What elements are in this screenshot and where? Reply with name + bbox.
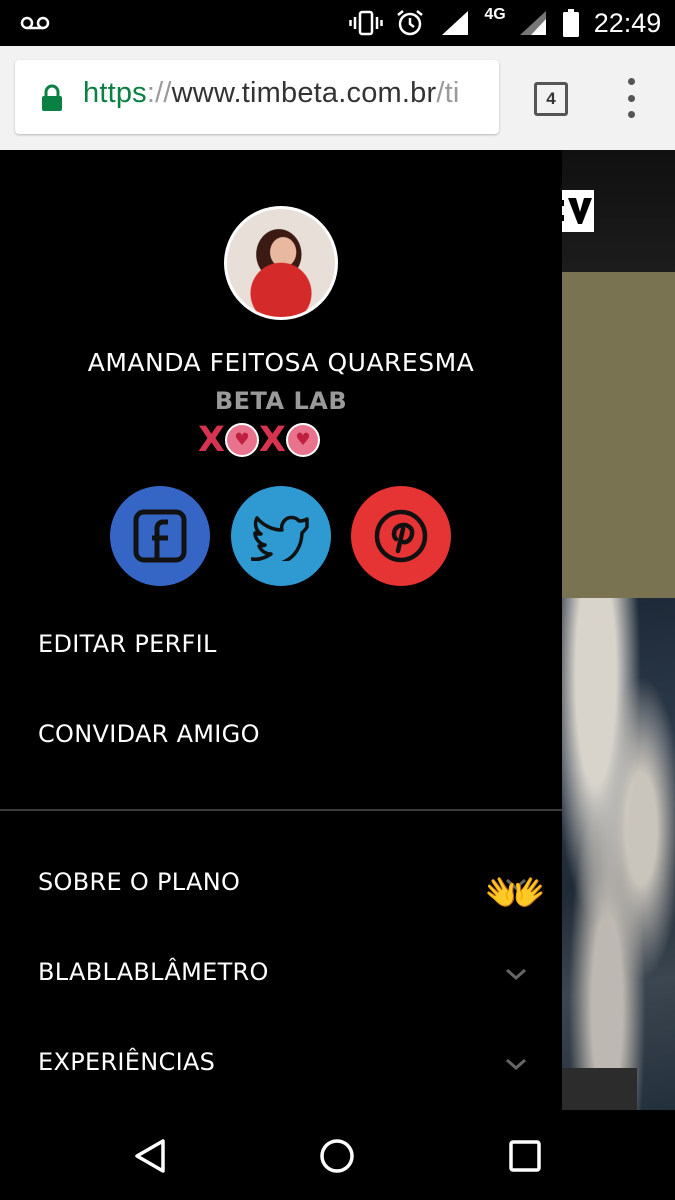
page-banner [562, 272, 675, 598]
url-host: www.timbeta.com.br [171, 77, 437, 109]
chevron-down-icon[interactable] [502, 1054, 530, 1074]
avatar[interactable] [224, 206, 338, 320]
user-group: BETA LAB [214, 387, 348, 415]
vibrate-icon [348, 0, 384, 46]
facebook-icon [133, 509, 187, 563]
url-text: https://www.timbeta.com.br/ti [83, 77, 460, 110]
browser-toolbar: https://www.timbeta.com.br/ti 4 [0, 46, 675, 150]
menu-item-edit-profile[interactable]: EDITAR PERFIL [38, 630, 217, 658]
menu-item-experiences[interactable]: EXPERIÊNCIAS [38, 1048, 215, 1076]
lock-icon [41, 84, 63, 116]
menu-dot [627, 111, 635, 118]
back-icon [135, 1139, 165, 1173]
pinterest-button[interactable] [351, 486, 451, 586]
network-type: 4G [484, 6, 506, 23]
page-header [562, 150, 675, 272]
background-page[interactable] [562, 150, 675, 1110]
tab-count: 4 [546, 89, 556, 108]
menu-item-invite-friend[interactable]: CONVIDAR AMIGO [38, 720, 260, 748]
heart-icon: ♥ [286, 423, 320, 457]
url-separator: :// [146, 77, 172, 109]
back-button[interactable] [128, 1134, 172, 1178]
recents-button[interactable] [503, 1134, 547, 1178]
open-hands-emoji: 👐 [484, 864, 547, 922]
badge-x: X [259, 420, 286, 460]
signal-secondary-icon [518, 0, 548, 46]
menu-dot [627, 78, 635, 85]
alarm-icon [394, 0, 426, 46]
home-icon [320, 1139, 354, 1173]
tab-switcher-button[interactable]: 4 [534, 82, 568, 116]
twitter-button[interactable] [231, 486, 331, 586]
facebook-button[interactable] [110, 486, 210, 586]
badge-x: X [198, 420, 225, 460]
xoxo-badge: X ♥ X ♥ [198, 422, 320, 458]
signal-icon [440, 0, 470, 46]
user-name: AMANDA FEITOSA QUARESMA [87, 348, 475, 377]
twitter-icon [251, 515, 309, 561]
chevron-down-icon[interactable] [502, 964, 530, 984]
pinterest-icon [374, 509, 428, 563]
site-logo-icon [562, 190, 594, 232]
voicemail-icon [18, 0, 52, 46]
navigation-drawer: AMANDA FEITOSA QUARESMA BETA LAB X ♥ X ♥… [0, 150, 562, 1110]
menu-item-blablametro[interactable]: BLABLABLÂMETRO [38, 958, 269, 986]
home-button[interactable] [315, 1134, 359, 1178]
system-nav-bar [0, 1110, 675, 1200]
address-bar[interactable]: https://www.timbeta.com.br/ti [15, 60, 499, 134]
page-photo [562, 598, 675, 1110]
divider [0, 809, 562, 811]
status-bar: 4G 22:49 [0, 0, 675, 46]
status-time: 22:49 [593, 7, 662, 38]
browser-menu-button[interactable] [618, 78, 644, 118]
url-scheme: https [83, 77, 147, 109]
battery-icon [560, 0, 582, 46]
menu-item-about-plan[interactable]: SOBRE O PLANO [38, 868, 240, 896]
menu-dot [627, 94, 635, 102]
heart-icon: ♥ [225, 423, 259, 457]
url-path: /ti [436, 77, 460, 109]
page-card [562, 1068, 637, 1110]
recents-icon [509, 1140, 541, 1172]
